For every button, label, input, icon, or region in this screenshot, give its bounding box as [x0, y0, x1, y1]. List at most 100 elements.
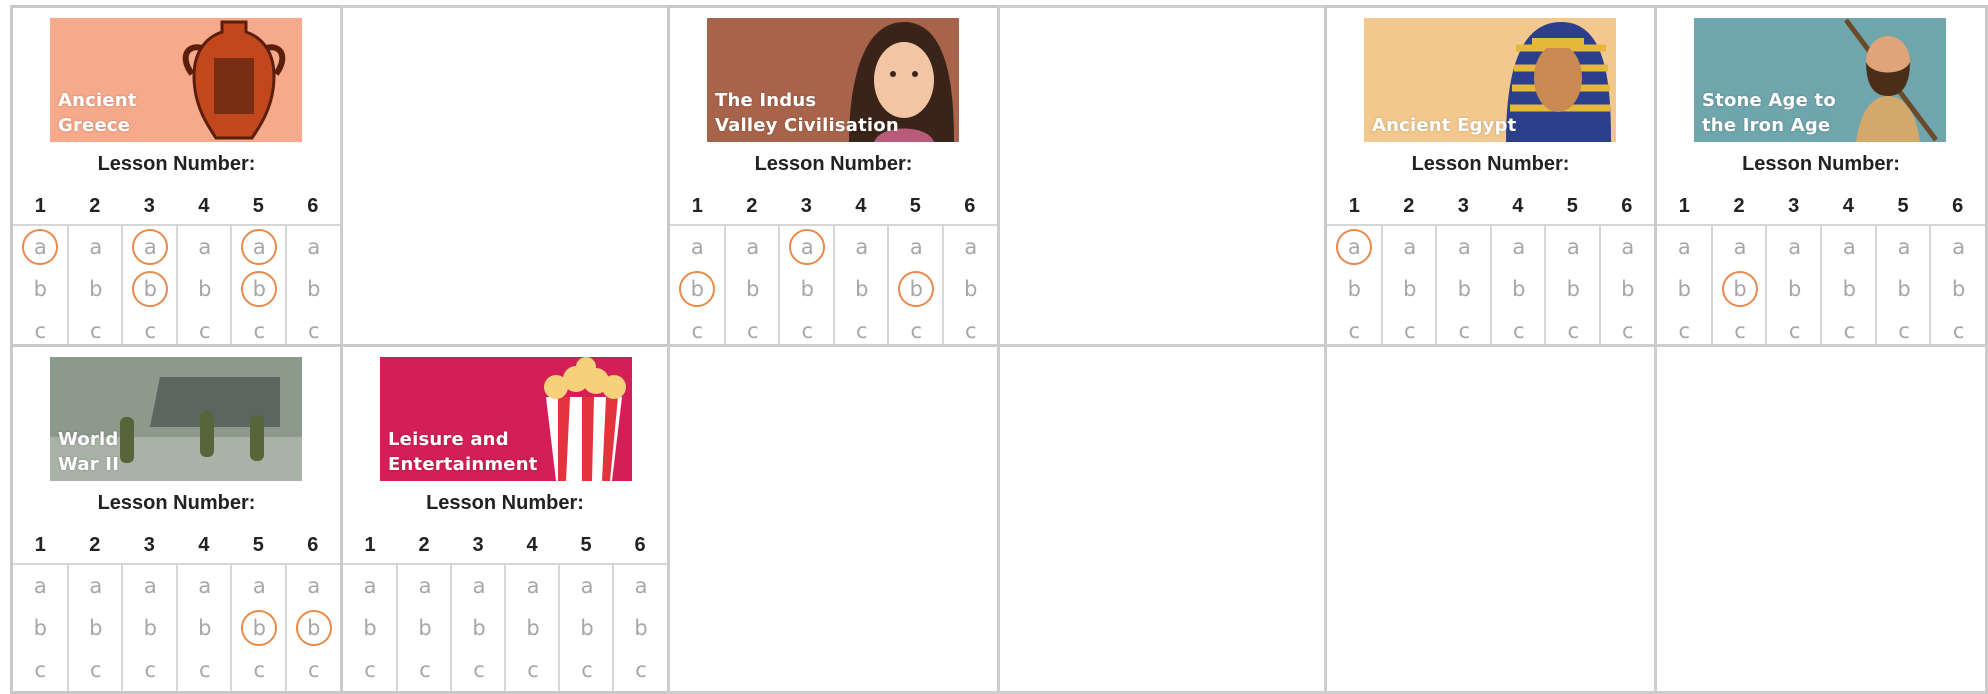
- option-a[interactable]: a: [844, 229, 880, 265]
- option-c[interactable]: c: [1501, 313, 1537, 344]
- option-b-circled[interactable]: b: [295, 610, 332, 646]
- option-a[interactable]: a: [1392, 229, 1428, 265]
- option-a-circled[interactable]: a: [241, 229, 278, 265]
- option-b[interactable]: b: [296, 271, 332, 307]
- option-b[interactable]: b: [735, 271, 771, 307]
- option-a[interactable]: a: [569, 568, 605, 604]
- option-c[interactable]: c: [407, 652, 443, 688]
- option-a[interactable]: a: [898, 229, 934, 265]
- option-c[interactable]: c: [569, 652, 605, 688]
- option-a[interactable]: a: [1722, 229, 1758, 265]
- option-c[interactable]: c: [132, 652, 168, 688]
- option-a-circled[interactable]: a: [789, 229, 826, 265]
- option-a[interactable]: a: [241, 568, 277, 604]
- option-b[interactable]: b: [844, 271, 880, 307]
- option-b[interactable]: b: [1886, 271, 1922, 307]
- option-a[interactable]: a: [1666, 229, 1702, 265]
- option-b-circled[interactable]: b: [1722, 271, 1758, 307]
- option-c[interactable]: c: [132, 313, 168, 344]
- option-b[interactable]: b: [78, 610, 114, 646]
- option-c[interactable]: c: [78, 313, 114, 344]
- option-c[interactable]: c: [898, 313, 934, 344]
- option-b[interactable]: b: [22, 271, 58, 307]
- option-c[interactable]: c: [844, 313, 880, 344]
- option-a[interactable]: a: [1501, 229, 1537, 265]
- option-a[interactable]: a: [1610, 229, 1646, 265]
- option-b-circled[interactable]: b: [241, 271, 278, 307]
- option-b[interactable]: b: [187, 610, 223, 646]
- option-b-circled[interactable]: b: [132, 271, 169, 307]
- option-b[interactable]: b: [569, 610, 605, 646]
- option-c[interactable]: c: [953, 313, 989, 344]
- option-a-circled[interactable]: a: [22, 229, 59, 265]
- option-a[interactable]: a: [352, 568, 388, 604]
- option-c[interactable]: c: [1666, 313, 1702, 344]
- option-c[interactable]: c: [78, 652, 114, 688]
- option-a[interactable]: a: [22, 568, 58, 604]
- option-a[interactable]: a: [1941, 229, 1977, 265]
- option-c[interactable]: c: [187, 652, 223, 688]
- option-a[interactable]: a: [461, 568, 497, 604]
- option-c[interactable]: c: [1555, 313, 1591, 344]
- option-b[interactable]: b: [789, 271, 825, 307]
- option-c[interactable]: c: [296, 313, 332, 344]
- option-b[interactable]: b: [187, 271, 223, 307]
- option-c[interactable]: c: [296, 652, 332, 688]
- option-b[interactable]: b: [1610, 271, 1646, 307]
- option-c[interactable]: c: [1941, 313, 1977, 344]
- option-c[interactable]: c: [1610, 313, 1646, 344]
- option-b[interactable]: b: [623, 610, 659, 646]
- option-c[interactable]: c: [22, 313, 58, 344]
- option-a[interactable]: a: [623, 568, 659, 604]
- option-a[interactable]: a: [515, 568, 551, 604]
- option-c[interactable]: c: [461, 652, 497, 688]
- option-b-circled[interactable]: b: [679, 271, 716, 307]
- option-a[interactable]: a: [78, 229, 114, 265]
- option-b[interactable]: b: [953, 271, 989, 307]
- option-a[interactable]: a: [78, 568, 114, 604]
- option-a[interactable]: a: [296, 568, 332, 604]
- option-b[interactable]: b: [132, 610, 168, 646]
- option-b[interactable]: b: [352, 610, 388, 646]
- option-b[interactable]: b: [1941, 271, 1977, 307]
- option-a[interactable]: a: [407, 568, 443, 604]
- option-b[interactable]: b: [1336, 271, 1372, 307]
- option-b[interactable]: b: [22, 610, 58, 646]
- option-c[interactable]: c: [735, 313, 771, 344]
- option-c[interactable]: c: [1831, 313, 1867, 344]
- option-a[interactable]: a: [187, 229, 223, 265]
- option-b[interactable]: b: [1555, 271, 1591, 307]
- option-a[interactable]: a: [1777, 229, 1813, 265]
- option-a-circled[interactable]: a: [132, 229, 169, 265]
- option-c[interactable]: c: [241, 652, 277, 688]
- option-b[interactable]: b: [461, 610, 497, 646]
- option-a[interactable]: a: [1446, 229, 1482, 265]
- option-a[interactable]: a: [1886, 229, 1922, 265]
- option-c[interactable]: c: [352, 652, 388, 688]
- option-c[interactable]: c: [241, 313, 277, 344]
- option-c[interactable]: c: [1722, 313, 1758, 344]
- option-c[interactable]: c: [22, 652, 58, 688]
- option-b[interactable]: b: [1392, 271, 1428, 307]
- option-c[interactable]: c: [1446, 313, 1482, 344]
- option-a[interactable]: a: [735, 229, 771, 265]
- option-b[interactable]: b: [1666, 271, 1702, 307]
- option-b[interactable]: b: [1446, 271, 1482, 307]
- option-b[interactable]: b: [407, 610, 443, 646]
- option-b[interactable]: b: [1501, 271, 1537, 307]
- option-b-circled[interactable]: b: [898, 271, 935, 307]
- option-a[interactable]: a: [187, 568, 223, 604]
- option-a[interactable]: a: [296, 229, 332, 265]
- option-c[interactable]: c: [1336, 313, 1372, 344]
- option-c[interactable]: c: [623, 652, 659, 688]
- option-b[interactable]: b: [1831, 271, 1867, 307]
- option-c[interactable]: c: [679, 313, 715, 344]
- option-c[interactable]: c: [187, 313, 223, 344]
- option-a-circled[interactable]: a: [1336, 229, 1373, 265]
- option-c[interactable]: c: [1886, 313, 1922, 344]
- option-c[interactable]: c: [1777, 313, 1813, 344]
- option-c[interactable]: c: [789, 313, 825, 344]
- option-a[interactable]: a: [1831, 229, 1867, 265]
- option-b[interactable]: b: [78, 271, 114, 307]
- option-b[interactable]: b: [515, 610, 551, 646]
